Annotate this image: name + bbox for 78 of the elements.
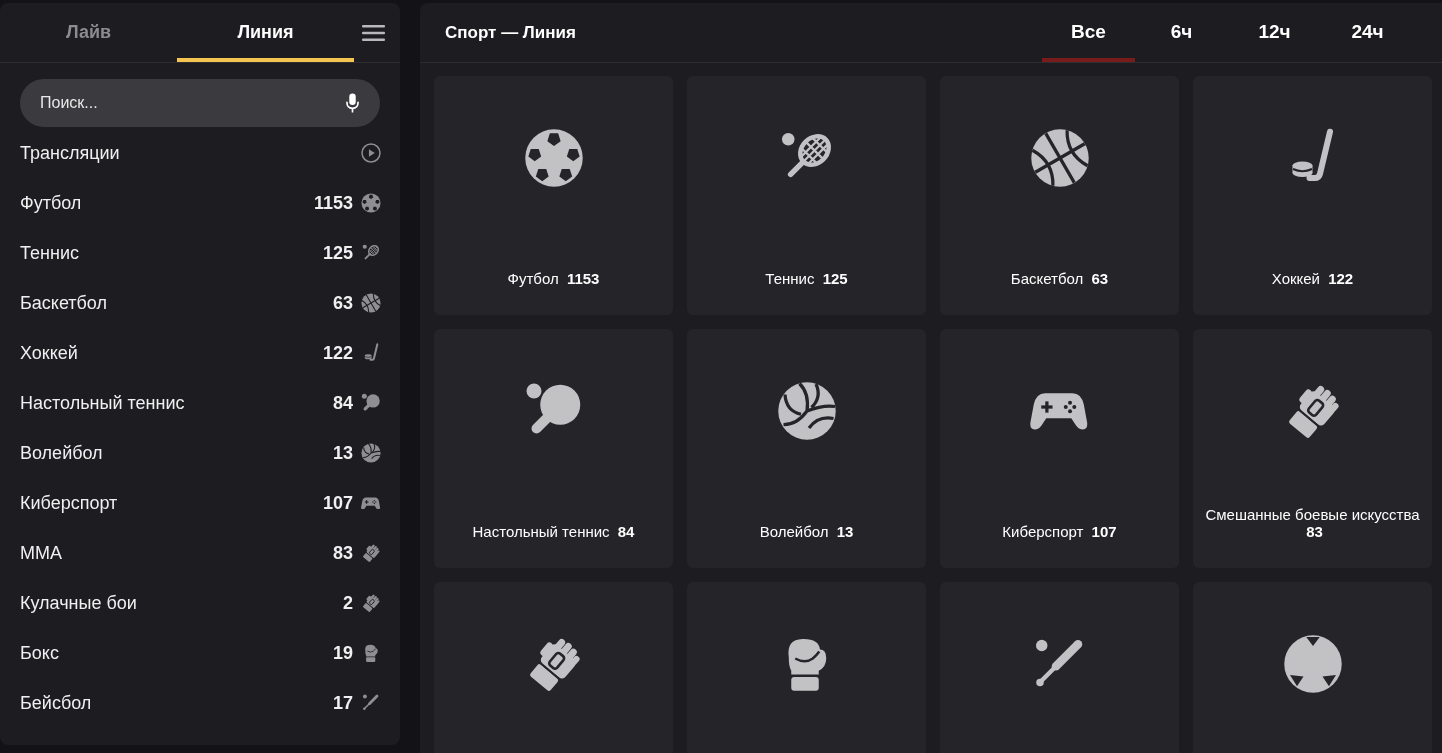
sport-tile[interactable]: Баскетбол 63	[940, 76, 1179, 315]
sport-tile[interactable]: Смешанные боевые искусства 83	[1193, 329, 1432, 568]
soccer-ball-icon	[361, 193, 381, 213]
sport-name: Баскетбол	[1010, 270, 1084, 287]
sidebar-link[interactable]: Хоккей	[20, 339, 323, 367]
ping-pong-paddle-icon	[361, 393, 381, 413]
sport-tile[interactable]	[434, 582, 673, 753]
event-count: 122	[1328, 270, 1354, 287]
sidebar-link[interactable]: Трансляции	[20, 139, 360, 167]
sport-tile[interactable]	[1193, 582, 1432, 753]
mode-tab[interactable]: Лайв	[0, 3, 177, 62]
sidebar-link[interactable]: Настольный теннис	[20, 389, 333, 417]
event-count: 2	[343, 591, 353, 615]
period-tab[interactable]: 6ч	[1135, 3, 1228, 62]
event-count: 122	[322, 341, 353, 365]
sidebar-link[interactable]: Волейбол	[20, 439, 333, 467]
microphone-icon[interactable]	[346, 93, 359, 114]
sport-name: Настольный теннис	[472, 523, 610, 540]
sidebar-link[interactable]: Киберспорт	[20, 489, 323, 517]
sport-tile[interactable]: Настольный теннис 84	[434, 329, 673, 568]
ball-icon	[1282, 634, 1343, 694]
gamepad-icon	[1030, 391, 1089, 431]
volleyball-icon	[776, 381, 837, 441]
event-count: 19	[332, 641, 353, 665]
basketball-icon	[1029, 128, 1090, 188]
sidebar-link[interactable]: Теннис	[20, 239, 323, 267]
event-count: 125	[822, 270, 848, 287]
menu-icon[interactable]	[362, 24, 385, 41]
event-count: 1153	[566, 270, 600, 287]
event-count: 107	[322, 491, 353, 515]
sport-tile[interactable]: Хоккей 122	[1193, 76, 1432, 315]
event-count: 84	[617, 523, 635, 540]
sport-name: Смешанные боевые искусства	[1205, 506, 1420, 523]
event-count: 17	[332, 691, 353, 715]
event-count: 83	[1306, 523, 1323, 540]
period-tab[interactable]: Все	[1042, 3, 1135, 62]
gamepad-icon	[361, 496, 381, 510]
event-count: 63	[1091, 270, 1109, 287]
fight-glove-icon	[361, 543, 381, 563]
hockey-stick-icon	[363, 343, 379, 363]
sidebar-link[interactable]: Бейсбол	[20, 689, 333, 717]
sport-tile[interactable]: Киберспорт 107	[940, 329, 1179, 568]
period-tab[interactable]: 24ч	[1321, 3, 1414, 62]
period-tab[interactable]: 12ч	[1228, 3, 1321, 62]
sport-tile[interactable]: Теннис 125	[687, 76, 926, 315]
page-title: Спорт — Линия	[445, 21, 576, 44]
sidebar-link[interactable]: Баскетбол	[20, 289, 333, 317]
event-count: 1153	[313, 191, 353, 215]
event-count: 107	[1091, 523, 1117, 540]
sport-tile[interactable]: Футбол 1153	[434, 76, 673, 315]
sport-tile[interactable]	[687, 582, 926, 753]
volleyball-icon	[361, 443, 381, 463]
event-count: 13	[836, 523, 854, 540]
sport-name: Футбол	[507, 270, 559, 287]
basketball-icon	[361, 293, 381, 313]
search-field[interactable]: Поиск...	[20, 79, 380, 127]
event-count: 84	[332, 391, 353, 415]
sport-tile[interactable]	[940, 582, 1179, 753]
sport-tile[interactable]: Волейбол 13	[687, 329, 926, 568]
sport-name: Киберспорт	[1002, 523, 1084, 540]
boxing-glove-icon	[785, 636, 828, 692]
mode-tab[interactable]: Линия	[177, 3, 354, 62]
event-count: 13	[332, 441, 353, 465]
sport-name: Теннис	[765, 270, 815, 287]
sidebar-link[interactable]: ММА	[20, 539, 333, 567]
boxing-glove-icon	[363, 643, 379, 663]
soccer-ball-icon	[523, 128, 584, 188]
event-count: 83	[332, 541, 353, 565]
sidebar-link[interactable]: Кулачные бои	[20, 589, 343, 617]
sport-name: Хоккей	[1271, 270, 1320, 287]
fight-glove-icon	[361, 593, 381, 613]
event-count: 125	[322, 241, 353, 265]
baseball-bat-icon	[362, 694, 380, 712]
sidebar-link[interactable]: Бокс	[20, 639, 333, 667]
sidebar-link[interactable]: Футбол	[20, 189, 314, 217]
sport-name: Волейбол	[759, 523, 829, 540]
event-count: 63	[332, 291, 353, 315]
play-icon	[361, 143, 381, 163]
